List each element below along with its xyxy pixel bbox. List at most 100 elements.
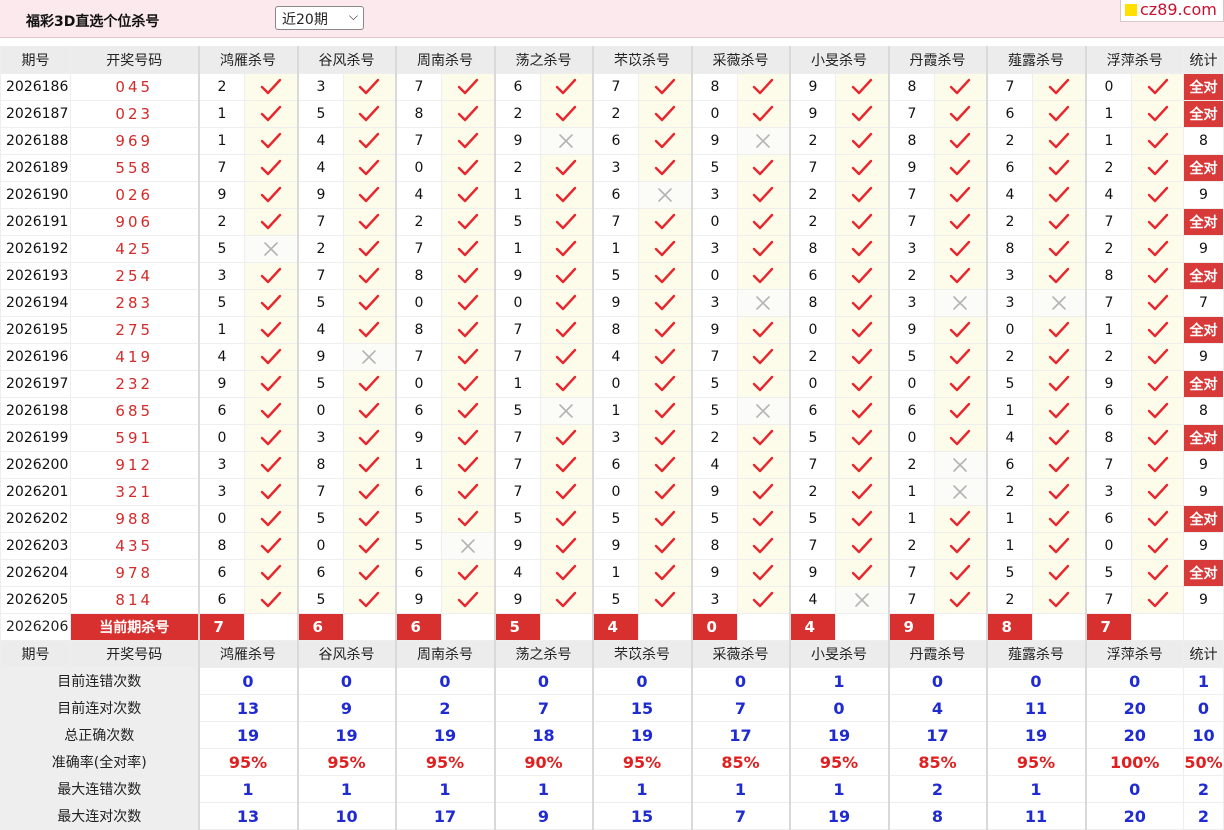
- check-icon: [1048, 537, 1069, 554]
- kill-number: 8: [887, 127, 935, 155]
- column-header: 谷风杀号: [296, 46, 396, 74]
- cross-icon: [756, 134, 771, 148]
- hit-mark: [638, 505, 692, 533]
- hit-mark: [1131, 73, 1184, 101]
- hit-mark: [638, 208, 692, 236]
- all-correct-badge: 全对: [1183, 424, 1224, 452]
- kill-number: 1: [1084, 316, 1132, 344]
- hit-mark: [737, 343, 790, 371]
- kill-number: 5: [296, 289, 344, 317]
- hit-mark: [1131, 289, 1184, 317]
- hit-mark: [1131, 100, 1184, 128]
- stat-value: 1: [788, 775, 889, 803]
- check-icon: [654, 483, 675, 500]
- stat-value: 4: [887, 694, 987, 722]
- kill-number: 2: [394, 208, 442, 236]
- stat-value: 0: [493, 667, 593, 695]
- kill-number: 5: [394, 505, 442, 533]
- kill-number: 5: [591, 262, 639, 290]
- hit-mark: [441, 289, 495, 317]
- hit-mark: [540, 73, 593, 101]
- hit-mark: [737, 532, 790, 560]
- issue-number: 2026201: [0, 478, 71, 506]
- kill-number: 5: [690, 397, 738, 425]
- hit-mark: [244, 451, 298, 479]
- period-select[interactable]: 近20期 ⌵: [275, 6, 364, 30]
- kill-number: 0: [1084, 73, 1132, 101]
- row-stat: 9: [1183, 235, 1224, 263]
- stat-label: 目前连对次数: [0, 694, 199, 722]
- table-row: 2026194 283 5 5 0 0 9 3 8 3 3 7 7: [0, 289, 1224, 317]
- hit-mark: [244, 127, 298, 155]
- kill-number: 2: [985, 586, 1033, 614]
- hit-mark: [441, 343, 495, 371]
- check-icon: [654, 429, 675, 446]
- stat-value: 1: [591, 775, 692, 803]
- stat-value: 0: [1183, 694, 1224, 722]
- cross-icon: [263, 242, 278, 256]
- table-row: 2026201 321 3 7 6 7 0 9 2 1 2 3 9: [0, 478, 1224, 506]
- table-row: 2026196 419 4 9 7 7 4 7 2 5 2 2 9: [0, 343, 1224, 371]
- check-icon: [851, 375, 872, 392]
- hit-mark: [1131, 154, 1184, 182]
- site-badge[interactable]: cz89.com: [1120, 0, 1224, 22]
- issue-number: 2026186: [0, 73, 71, 101]
- check-icon: [260, 402, 281, 419]
- kill-number: 3: [887, 235, 935, 263]
- kill-number: 6: [985, 451, 1033, 479]
- hit-mark: [343, 478, 396, 506]
- check-icon: [851, 564, 872, 581]
- check-icon: [851, 213, 872, 230]
- stat-row: 目前连错次数 0 0 0 0 0 0 1 0 0 0 1: [0, 667, 1224, 695]
- check-icon: [851, 456, 872, 473]
- check-icon: [654, 78, 675, 95]
- kill-number: 1: [591, 397, 639, 425]
- check-icon: [753, 537, 774, 554]
- kill-number: 3: [591, 154, 639, 182]
- draw-number: 283: [70, 289, 199, 317]
- kill-number: 0: [296, 532, 344, 560]
- kill-number: 9: [493, 532, 541, 560]
- row-stat: 7: [1183, 289, 1224, 317]
- kill-number: 7: [690, 343, 738, 371]
- kill-number: 8: [887, 73, 935, 101]
- check-icon: [1147, 294, 1168, 311]
- hit-mark: [343, 73, 396, 101]
- kill-number: 8: [394, 100, 442, 128]
- hit-mark: [540, 478, 593, 506]
- check-icon: [950, 78, 971, 95]
- hit-mark: [934, 370, 987, 398]
- check-icon: [556, 321, 577, 338]
- check-icon: [851, 537, 872, 554]
- kill-number: 0: [690, 100, 738, 128]
- check-icon: [753, 321, 774, 338]
- check-icon: [260, 213, 281, 230]
- check-icon: [457, 510, 478, 527]
- stat-value: 20: [1084, 802, 1184, 830]
- kill-number: 7: [493, 478, 541, 506]
- hit-mark: [1131, 181, 1184, 209]
- kill-number: 6: [788, 262, 836, 290]
- column-header: 小旻杀号: [788, 640, 889, 668]
- kill-number: 2: [197, 208, 245, 236]
- kill-number: 9: [1084, 370, 1132, 398]
- hit-mark: [638, 235, 692, 263]
- stat-value: 20: [1084, 694, 1184, 722]
- check-icon: [654, 159, 675, 176]
- column-header: 浮萍杀号: [1084, 640, 1184, 668]
- hit-mark: [835, 451, 889, 479]
- check-icon: [950, 564, 971, 581]
- check-icon: [1147, 348, 1168, 365]
- hit-mark: [1032, 181, 1086, 209]
- check-icon: [1147, 483, 1168, 500]
- kill-number: 2: [887, 262, 935, 290]
- kill-number: 8: [394, 316, 442, 344]
- draw-number: 558: [70, 154, 199, 182]
- check-icon: [556, 105, 577, 122]
- check-icon: [950, 186, 971, 203]
- hit-mark: [638, 451, 692, 479]
- hit-mark: [934, 127, 987, 155]
- empty-cell: [244, 613, 298, 641]
- hit-mark: [1032, 370, 1086, 398]
- kill-number: 5: [591, 505, 639, 533]
